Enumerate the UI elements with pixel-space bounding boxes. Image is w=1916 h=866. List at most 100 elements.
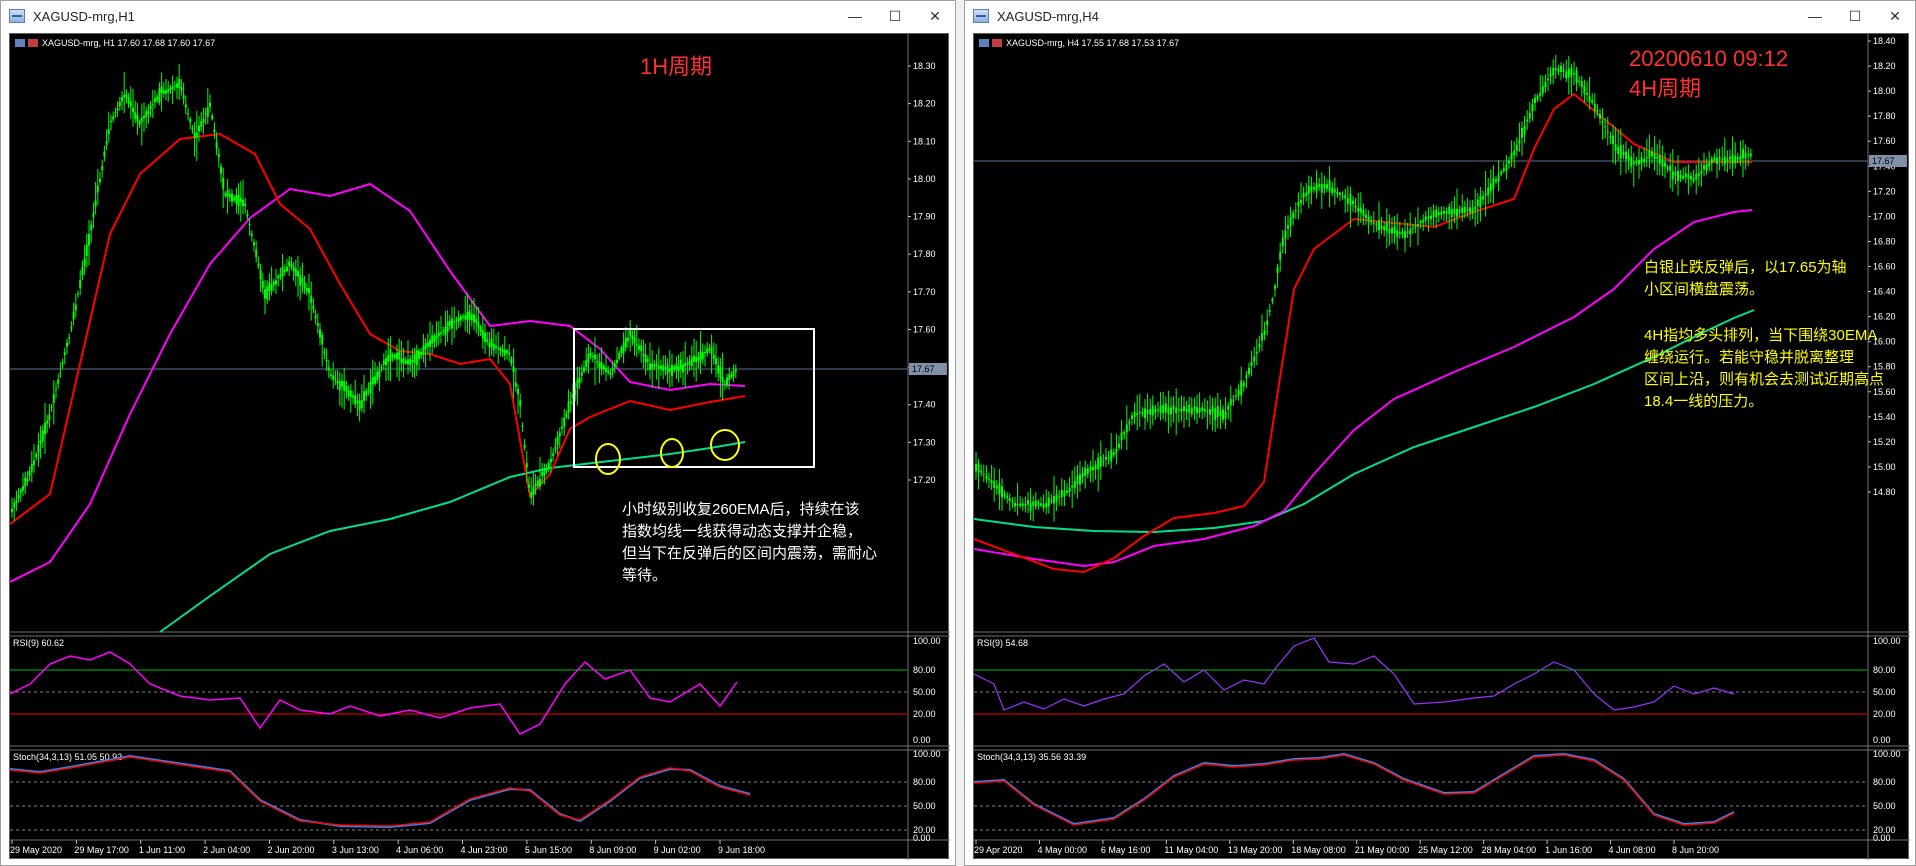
maximize-button[interactable]: ☐: [875, 1, 915, 31]
chart-window-h1[interactable]: XAGUSD-mrg,H1 — ☐ ✕ XAGUSD-mrg, H1 17.60…: [0, 0, 956, 866]
candle-body: [1367, 216, 1370, 222]
candle-body: [1479, 195, 1482, 208]
candle-body: [587, 353, 590, 363]
candle-body: [1092, 467, 1094, 471]
candle-body: [237, 194, 240, 207]
chart-area-h4[interactable]: XAGUSD-mrg, H4 17.55 17.68 17.53 17.67 2…: [973, 33, 1910, 860]
candle-body: [536, 480, 539, 487]
annotation-line: 指数均线一线获得动态支撑并企稳，: [622, 522, 862, 540]
candle-body: [624, 337, 627, 348]
candle-body: [1573, 73, 1575, 75]
candle-body: [1284, 230, 1287, 239]
candle-body: [1575, 70, 1578, 83]
chart-window-h4[interactable]: XAGUSD-mrg,H4 — ☐ ✕ XAGUSD-mrg, H4 17.55…: [964, 0, 1916, 866]
candle-body: [1196, 406, 1198, 414]
candle-body: [356, 400, 359, 403]
candle-body: [1697, 173, 1700, 177]
time-tick-label: 4 Jun 06:00: [396, 845, 443, 855]
candle-body: [1175, 407, 1178, 414]
candle-body: [616, 359, 618, 363]
candle-body: [1700, 170, 1703, 174]
period-label: 1H周期: [640, 54, 712, 79]
time-tick-label: 9 Jun 02:00: [654, 845, 701, 855]
stoch-main-line: [10, 754, 751, 829]
time-axis: 29 Apr 2020 4 May 00:00 6 May 16:00 11 May …: [974, 840, 1719, 855]
title-bar[interactable]: XAGUSD-mrg,H4 — ☐ ✕: [965, 1, 1915, 31]
candle-body: [1713, 157, 1716, 161]
chart-menu-icon[interactable]: [979, 39, 989, 47]
title-bar[interactable]: XAGUSD-mrg,H1 — ☐ ✕: [1, 1, 955, 31]
candle-body: [72, 311, 75, 320]
close-button[interactable]: ✕: [915, 1, 955, 31]
candle-body: [70, 326, 73, 329]
candle-body: [1619, 145, 1622, 159]
candle-body: [1723, 156, 1726, 165]
price-tick-label: 17.60: [1873, 136, 1896, 146]
chart-menu-icon[interactable]: [15, 39, 25, 47]
candle-body: [1544, 81, 1547, 88]
maximize-button[interactable]: ☐: [1835, 1, 1875, 31]
candle-body: [1653, 153, 1656, 160]
candle-body: [418, 350, 420, 359]
rsi-axis: 100.00 80.00 50.00 20.00 0.00: [1873, 636, 1901, 745]
candle-body: [13, 502, 16, 508]
candle-body: [288, 261, 291, 266]
candle-body: [1404, 231, 1406, 239]
close-button[interactable]: ✕: [1875, 1, 1915, 31]
candle-body: [156, 96, 159, 101]
time-tick-label: 6 May 16:00: [1101, 845, 1151, 855]
candle-body: [633, 337, 636, 344]
candle-body: [1557, 69, 1560, 72]
time-tick-label: 29 May 2020: [10, 845, 62, 855]
time-tick-label: 21 May 00:00: [1355, 845, 1410, 855]
candle-body: [556, 436, 559, 446]
time-axis: 29 May 2020 29 May 17:00 1 Jun 11:00 2 Jun …: [10, 840, 765, 855]
candle-body: [1378, 219, 1380, 230]
candle-body: [993, 480, 996, 489]
candle-body: [512, 366, 515, 373]
candle-body: [719, 366, 722, 378]
candle-body: [48, 414, 51, 421]
candle-body: [484, 332, 486, 342]
date-label: 20200610 09:12: [1629, 46, 1788, 71]
candle-body: [1450, 208, 1453, 217]
candle-body: [517, 388, 519, 395]
candle-body: [391, 354, 394, 357]
candle-body: [37, 444, 40, 453]
candle-body: [503, 349, 506, 356]
time-tick-label: 5 Jun 15:00: [525, 845, 572, 855]
candle-body: [558, 432, 561, 437]
candle-body: [1045, 502, 1048, 508]
candle-body: [1037, 502, 1040, 506]
candle-body: [275, 280, 277, 285]
annotation-line: 小区间横盘震荡。: [1644, 280, 1764, 298]
time-tick-label: 29 Apr 2020: [974, 845, 1023, 855]
candle-body: [660, 365, 662, 369]
indicator-tick-label: 50.00: [1873, 801, 1896, 811]
candle-body: [347, 390, 350, 397]
candle-body: [1718, 157, 1721, 160]
candlestick-series: [11, 63, 737, 522]
flag-icon: [992, 39, 1002, 47]
candle-body: [1729, 156, 1731, 160]
candle-body: [1255, 351, 1258, 354]
indicator-tick-label: 100.00: [913, 749, 941, 759]
time-tick-label: 8 Jun 09:00: [589, 845, 636, 855]
candle-body: [657, 365, 660, 369]
candle-body: [1339, 192, 1341, 195]
minimize-button[interactable]: —: [835, 1, 875, 31]
rsi-label: RSI(9) 60.62: [13, 638, 64, 648]
candle-body: [193, 132, 196, 139]
chart-area-h1[interactable]: XAGUSD-mrg, H1 17.60 17.68 17.60 17.67 1…: [9, 33, 950, 860]
candle-body: [521, 425, 524, 427]
candle-body: [1500, 171, 1503, 174]
candle-body: [1250, 362, 1253, 366]
candle-body: [1180, 408, 1183, 412]
candle-body: [1268, 310, 1271, 312]
candle-body: [387, 355, 390, 362]
candle-body: [1588, 96, 1591, 102]
candle-body: [1107, 457, 1110, 459]
price-tick-label: 18.00: [1873, 86, 1896, 96]
minimize-button[interactable]: —: [1795, 1, 1835, 31]
candle-body: [176, 83, 178, 88]
